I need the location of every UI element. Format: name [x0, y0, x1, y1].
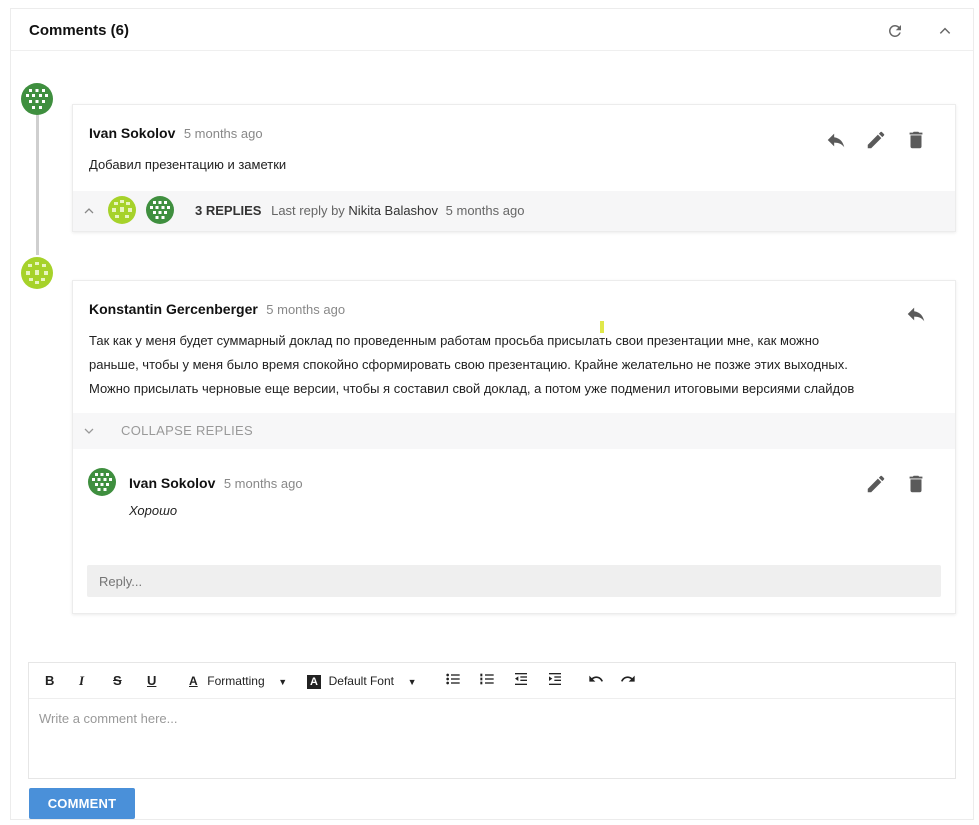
last-reply-time: 5 months ago [445, 203, 525, 218]
formatting-label: Formatting [207, 674, 265, 688]
bullet-list-icon[interactable] [445, 671, 461, 691]
outdent-icon[interactable] [513, 671, 529, 691]
undo-icon[interactable] [587, 671, 605, 691]
chevron-down-icon[interactable] [83, 425, 95, 437]
edit-icon[interactable] [865, 473, 887, 495]
numbered-list-icon[interactable] [479, 671, 495, 691]
comment-text-line: Так как у меня будет суммарный доклад по… [89, 333, 820, 348]
strikethrough-button[interactable]: S [113, 671, 122, 691]
panel-header: Comments (6) [11, 9, 973, 51]
text-cursor [600, 321, 604, 333]
bold-button[interactable]: B [45, 671, 54, 691]
comment-text: Так как у меня будет суммарный доклад по… [89, 329, 939, 401]
avatar [20, 256, 54, 290]
comment-submit-button[interactable]: COMMENT [29, 788, 135, 819]
last-reply-author[interactable]: Nikita Balashov [348, 203, 438, 218]
comment-author[interactable]: Ivan Sokolov [89, 125, 175, 141]
comment-editor: B I S U A Formatting ▼ A Default Font ▼ [28, 662, 956, 779]
avatar [145, 195, 175, 225]
comment-author[interactable]: Konstantin Gercenberger [89, 301, 258, 317]
delete-icon[interactable] [905, 473, 927, 495]
chevron-up-icon[interactable] [83, 205, 95, 217]
avatar [107, 195, 137, 225]
reply-header: Ivan Sokolov 5 months ago [129, 475, 303, 493]
comment-time: 5 months ago [183, 126, 263, 141]
reply-item: Ivan Sokolov 5 months ago Хорошо [73, 453, 955, 613]
comment-text-line: раньше, чтобы у меня было время спокойно… [89, 357, 848, 372]
replies-summary-text: 3 REPLIES Last reply by Nikita Balashov … [195, 203, 524, 218]
font-icon: A [307, 674, 321, 689]
collapse-replies-label[interactable]: COLLAPSE REPLIES [121, 423, 253, 438]
refresh-icon[interactable] [883, 19, 907, 43]
comment-header: Konstantin Gercenberger 5 months ago [89, 301, 345, 319]
reply-icon[interactable] [825, 129, 847, 151]
italic-button[interactable]: I [79, 671, 84, 691]
formatting-dropdown[interactable]: A Formatting ▼ [189, 671, 299, 691]
chevron-up-icon[interactable] [933, 19, 957, 43]
edit-icon[interactable] [865, 129, 887, 151]
comment-card: Ivan Sokolov 5 months ago Добавил презен… [72, 104, 956, 232]
redo-icon[interactable] [619, 671, 637, 691]
reply-input[interactable] [87, 565, 941, 597]
comment-card: Konstantin Gercenberger 5 months ago Так… [72, 280, 956, 614]
editor-toolbar: B I S U A Formatting ▼ A Default Font ▼ [29, 663, 955, 699]
font-dropdown[interactable]: A Default Font ▼ [307, 671, 427, 691]
underline-button[interactable]: U [147, 671, 156, 691]
reply-author[interactable]: Ivan Sokolov [129, 475, 215, 491]
collapse-replies[interactable]: COLLAPSE REPLIES [73, 413, 955, 449]
comment-editor-input[interactable]: Write a comment here... [39, 711, 177, 726]
caret-down-icon: ▼ [278, 677, 288, 687]
avatar [20, 82, 54, 116]
caret-down-icon: ▼ [407, 677, 417, 687]
comment-text: Добавил презентацию и заметки [89, 157, 287, 172]
timeline-line [36, 112, 39, 255]
replies-count: 3 REPLIES [195, 203, 262, 218]
avatar [87, 467, 117, 497]
last-reply-prefix: Last reply by [271, 203, 345, 218]
comment-time: 5 months ago [266, 302, 346, 317]
replies-summary[interactable]: 3 REPLIES Last reply by Nikita Balashov … [73, 191, 955, 231]
font-label: Default Font [328, 674, 394, 688]
text-color-icon: A [189, 674, 198, 688]
delete-icon[interactable] [905, 129, 927, 151]
panel-title: Comments (6) [29, 22, 130, 39]
reply-text: Хорошо [129, 503, 178, 518]
comment-header: Ivan Sokolov 5 months ago [89, 125, 263, 143]
indent-icon[interactable] [547, 671, 563, 691]
reply-icon[interactable] [905, 303, 927, 325]
reply-time: 5 months ago [223, 476, 303, 491]
comment-text-line: Можно присылать черновые еще версии, что… [89, 381, 855, 396]
